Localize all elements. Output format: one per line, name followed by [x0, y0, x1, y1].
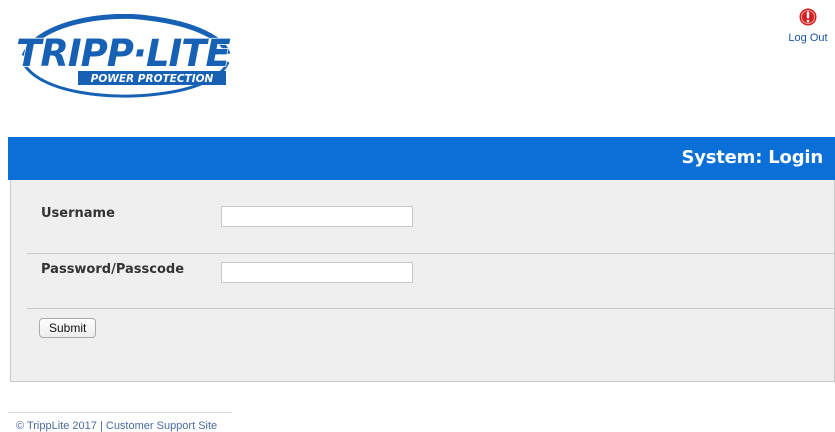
- password-input[interactable]: [221, 262, 413, 283]
- page-title: System: Login: [681, 147, 823, 168]
- form-divider: [27, 253, 834, 254]
- customer-support-link[interactable]: Customer Support Site: [106, 420, 217, 432]
- footer-copyright: © TrippLite 2017: [16, 420, 97, 432]
- submit-button[interactable]: Submit: [39, 318, 97, 338]
- tripp-lite-logo: TRIPP·LITE POWER PROTECTION: [18, 14, 232, 98]
- logout-power-icon: [799, 8, 817, 26]
- footer-separator: |: [99, 420, 103, 432]
- login-page: TRIPP·LITE POWER PROTECTION Log Out Syst…: [0, 0, 835, 432]
- login-form: Username Password/Passcode Submit: [10, 180, 835, 382]
- form-divider: [27, 308, 834, 309]
- username-label: Username: [41, 206, 115, 221]
- logo-tagline: POWER PROTECTION: [91, 73, 214, 85]
- password-label: Password/Passcode: [41, 262, 185, 277]
- footer-divider: [8, 412, 232, 413]
- logout-label: Log Out: [788, 32, 828, 44]
- footer: © TrippLite 2017 | Customer Support Site: [16, 420, 217, 432]
- page-title-bar: System: Login: [8, 137, 835, 180]
- logout-link[interactable]: Log Out: [783, 8, 833, 54]
- username-input[interactable]: [221, 206, 413, 227]
- logo-wordmark: TRIPP·LITE: [18, 32, 231, 75]
